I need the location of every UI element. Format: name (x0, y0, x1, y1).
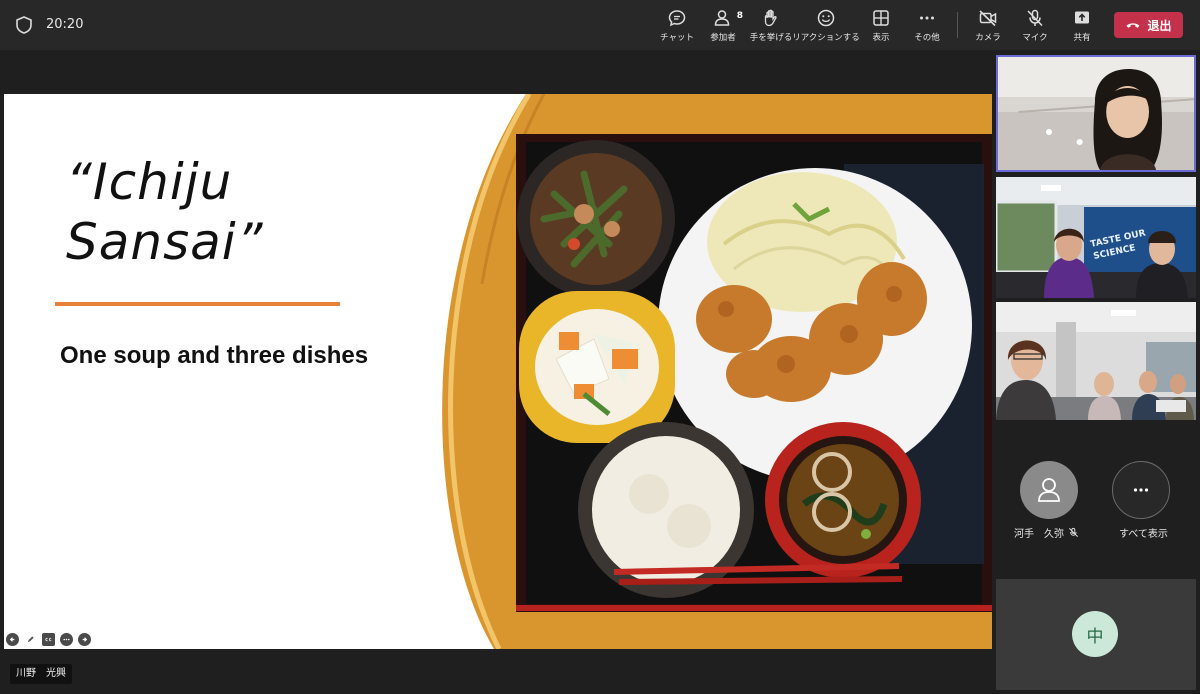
shield-icon (16, 16, 32, 34)
pencil-icon (27, 636, 34, 643)
participant-avatar[interactable] (1020, 461, 1078, 519)
leave-button[interactable]: 退出 (1114, 12, 1183, 38)
more-options-label: その他 (914, 33, 940, 43)
share-label: 共有 (1073, 33, 1091, 43)
self-view-tile[interactable]: 中 (996, 579, 1196, 690)
layout-grid-icon (873, 10, 889, 26)
hand-icon (764, 9, 777, 27)
slide-controls (6, 633, 91, 646)
camera-off-icon (979, 10, 997, 27)
next-slide-button[interactable] (78, 633, 91, 646)
slide-title: “Ichiju Sansai” (66, 152, 386, 272)
leave-label: 退出 (1147, 18, 1172, 33)
participant-name-row: 河手 久弥 (1014, 525, 1079, 540)
smiley-icon (817, 9, 835, 27)
camera-label: カメラ (975, 33, 1001, 43)
camera-button[interactable]: カメラ (974, 8, 1002, 44)
raise-hand-button[interactable]: 手を挙げる (750, 8, 792, 44)
mic-button[interactable]: マイク (1021, 8, 1049, 44)
participant-count: 8 (736, 11, 743, 21)
arrow-right-icon (82, 637, 88, 642)
mic-off-icon (1027, 9, 1043, 27)
annotate-button[interactable] (24, 633, 37, 646)
video-tile-speaker[interactable] (996, 55, 1196, 172)
mic-label: マイク (1022, 33, 1048, 43)
reactions-label: リアクションする (792, 33, 860, 43)
view-label: 表示 (872, 33, 890, 43)
video-feed (996, 302, 1196, 420)
video-tile-room-2[interactable] (996, 302, 1196, 420)
hang-up-icon (1127, 23, 1140, 28)
people-icon (714, 10, 730, 26)
more-dots-icon (1133, 488, 1149, 492)
raise-hand-label: 手を挙げる (749, 33, 793, 43)
reactions-button[interactable]: リアクションする (792, 8, 860, 44)
video-feed: TASTE OUR SCIENCE (996, 177, 1196, 298)
person-icon (1038, 478, 1060, 502)
shared-slide: “Ichiju Sansai” One soup and three dishe… (4, 94, 992, 649)
slide-title-line-1: “Ichiju (66, 153, 233, 211)
meeting-timer: 20:20 (46, 17, 84, 32)
cc-icon (45, 637, 52, 642)
more-dots-icon (920, 16, 934, 20)
slide-accent-rule (55, 302, 340, 306)
share-screen-icon (1075, 11, 1089, 24)
presenter-name-tag: 川野 光興 (10, 664, 72, 684)
show-all-participants-button[interactable] (1112, 461, 1170, 519)
chat-label: チャット (660, 33, 694, 43)
view-button[interactable]: 表示 (866, 8, 896, 44)
participants-label: 参加者 (710, 33, 736, 43)
more-dots-icon (63, 638, 70, 641)
video-tile-room-1[interactable]: TASTE OUR SCIENCE (996, 177, 1196, 298)
participants-button[interactable]: 8 参加者 (706, 8, 743, 44)
participant-name: 河手 久弥 (1014, 529, 1064, 540)
meal-tray-photo (442, 94, 992, 649)
slide-title-line-2: Sansai” (66, 213, 264, 271)
self-avatar: 中 (1072, 611, 1118, 657)
chat-button[interactable]: チャット (660, 8, 694, 44)
captions-button[interactable] (42, 633, 55, 646)
slide-more-button[interactable] (60, 633, 73, 646)
toolbar-divider (957, 12, 958, 38)
arrow-left-icon (9, 637, 15, 642)
previous-slide-button[interactable] (6, 633, 19, 646)
chat-icon (668, 10, 686, 27)
share-button[interactable]: 共有 (1068, 8, 1096, 44)
mic-off-icon (1069, 527, 1078, 537)
meeting-toolbar: 20:20 チャット 8 参加者 手を挙げる リアクションする 表示 その他 カ… (0, 0, 1200, 50)
slide-subtitle: One soup and three dishes (60, 342, 369, 369)
show-all-label: すべて表示 (1119, 529, 1168, 540)
video-feed (998, 57, 1194, 170)
more-options-button[interactable]: その他 (911, 8, 943, 44)
meeting-window: 20:20 チャット 8 参加者 手を挙げる リアクションする 表示 その他 カ… (0, 0, 1200, 694)
